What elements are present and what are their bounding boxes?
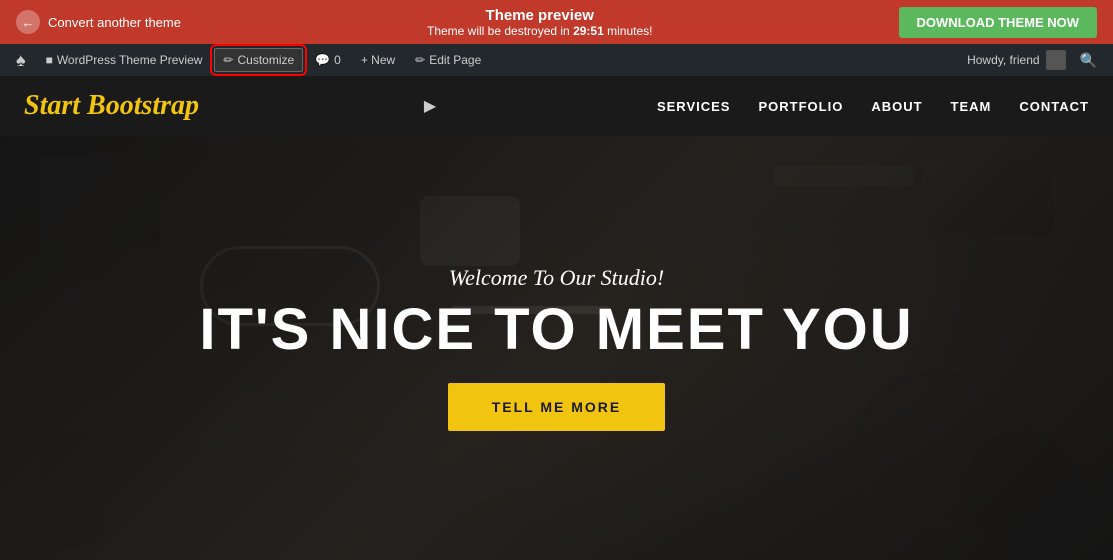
howdy-label: Howdy, friend xyxy=(967,53,1039,67)
hero-subtitle: Welcome To Our Studio! xyxy=(199,265,913,291)
edit-page-label: Edit Page xyxy=(429,53,481,67)
wp-icon: ♠ xyxy=(16,50,26,71)
wp-logo-item[interactable]: ♠ xyxy=(8,44,34,76)
timer-suffix: minutes! xyxy=(607,24,652,38)
comments-item[interactable]: 💬 0 xyxy=(307,44,349,76)
edit-page-item[interactable]: ✏ Edit Page xyxy=(407,44,489,76)
comments-count: 0 xyxy=(334,53,341,67)
back-icon[interactable]: ← xyxy=(16,10,40,34)
customize-button[interactable]: ✏ Customize xyxy=(214,48,303,72)
timer: 29:51 xyxy=(573,24,604,38)
theme-preview-icon: ■ xyxy=(46,53,53,67)
customize-label: Customize xyxy=(237,53,294,67)
hero-title: IT'S NICE TO MEET YOU xyxy=(199,301,913,359)
theme-preview-item[interactable]: ■ WordPress Theme Preview xyxy=(38,44,211,76)
new-label: + New xyxy=(361,53,395,67)
new-item[interactable]: + New xyxy=(353,44,403,76)
preview-title: Theme preview xyxy=(427,7,652,24)
theme-preview-label: WordPress Theme Preview xyxy=(57,53,203,67)
notification-bar: ← Convert another theme Theme preview Th… xyxy=(0,0,1113,44)
preview-subtitle: Theme will be destroyed in 29:51 minutes… xyxy=(427,24,652,38)
comment-icon: 💬 xyxy=(315,53,330,67)
download-theme-button[interactable]: DOWNLOAD THEME NOW xyxy=(899,7,1097,38)
search-icon[interactable]: 🔍 xyxy=(1072,52,1105,69)
cursor: ▶ xyxy=(424,96,436,116)
nav-team[interactable]: TEAM xyxy=(951,99,992,114)
site-logo[interactable]: Start Bootstrap xyxy=(24,90,199,122)
avatar xyxy=(1046,50,1066,70)
edit-page-icon: ✏ xyxy=(415,53,425,67)
nav-about[interactable]: ABOUT xyxy=(871,99,922,114)
hero-content: Welcome To Our Studio! IT'S NICE TO MEET… xyxy=(199,265,913,431)
nav-contact[interactable]: CONTACT xyxy=(1019,99,1089,114)
convert-label: Convert another theme xyxy=(48,15,181,30)
nav-portfolio[interactable]: PORTFOLIO xyxy=(758,99,843,114)
nav-services[interactable]: SERVICES xyxy=(657,99,731,114)
howdy-section: Howdy, friend 🔍 xyxy=(967,50,1105,70)
convert-section: ← Convert another theme xyxy=(16,10,181,34)
subtitle-text: Theme will be destroyed in xyxy=(427,24,570,38)
admin-bar: ♠ ■ WordPress Theme Preview ✏ Customize … xyxy=(0,44,1113,76)
customize-icon: ✏ xyxy=(223,53,233,67)
preview-info: Theme preview Theme will be destroyed in… xyxy=(427,7,652,38)
site-header: Start Bootstrap ▶ SERVICES PORTFOLIO ABO… xyxy=(0,76,1113,136)
hero-cta-button[interactable]: TELL ME MORE xyxy=(448,383,666,431)
hero-section: Welcome To Our Studio! IT'S NICE TO MEET… xyxy=(0,136,1113,560)
site-nav: SERVICES PORTFOLIO ABOUT TEAM CONTACT xyxy=(657,99,1089,114)
